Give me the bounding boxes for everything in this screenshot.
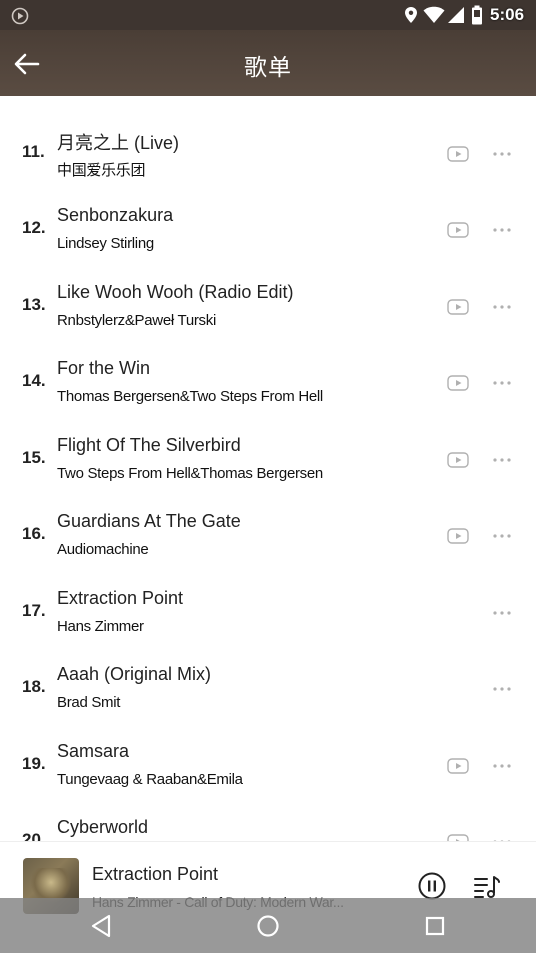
nav-recents-icon[interactable]: [421, 912, 449, 940]
app-bar: 歌单: [0, 30, 536, 96]
more-options-icon[interactable]: [490, 833, 514, 841]
song-row[interactable]: 16. Guardians At The Gate Audiomachine: [0, 499, 536, 575]
song-number: 20.: [22, 830, 46, 841]
wifi-icon: [423, 6, 445, 24]
page-title: 歌单: [244, 54, 292, 80]
more-options-icon[interactable]: [490, 680, 514, 698]
play-video-icon[interactable]: [447, 528, 469, 544]
play-video-icon[interactable]: [447, 298, 469, 315]
song-number: 17.: [22, 600, 46, 620]
nav-back-icon[interactable]: [88, 912, 116, 940]
song-list[interactable]: Teknova 11. 月亮之上 (Live) 中国爱乐乐团 12. Senbonzaku…: [0, 96, 536, 841]
song-title: Senbonzakura: [57, 205, 174, 225]
song-number: 16.: [22, 524, 46, 543]
status-time: 5:06: [490, 5, 525, 24]
more-options-icon[interactable]: [490, 451, 514, 469]
play-video-icon[interactable]: [447, 757, 469, 774]
navigation-bar: [0, 898, 536, 953]
more-options-icon[interactable]: [490, 145, 514, 163]
more-options-icon[interactable]: [490, 757, 514, 775]
media-notification-icon: [11, 7, 29, 25]
location-icon: [405, 7, 417, 23]
song-artist: 中国爱乐乐团: [57, 161, 146, 179]
song-title: Extraction Point: [57, 587, 184, 608]
play-video-icon[interactable]: [447, 451, 469, 468]
song-artist: Brad Smit: [57, 694, 121, 711]
more-options-icon[interactable]: [490, 298, 514, 316]
song-number: 11.: [22, 141, 45, 161]
song-row[interactable]: 19. Samsara Tungevaag & Raaban&Emila: [0, 729, 536, 805]
song-artist: Two Steps From Hell&Thomas Bergersen: [57, 464, 323, 482]
song-artist: Teknova: [57, 96, 111, 99]
song-number: 15.: [22, 447, 46, 467]
song-title: Cyberworld: [57, 817, 149, 837]
song-row[interactable]: 17. Extraction Point Hans Zimmer: [0, 576, 536, 652]
playlist-icon[interactable]: [472, 873, 502, 901]
play-video-icon[interactable]: [447, 375, 469, 391]
song-title: Samsara: [57, 740, 130, 761]
song-number: 12.: [22, 218, 46, 237]
song-row[interactable]: Teknova: [0, 96, 536, 116]
status-bar: 5:06: [0, 0, 536, 30]
song-number: 19.: [22, 753, 46, 773]
song-title: Like Wooh Wooh (Radio Edit): [57, 281, 294, 302]
song-artist: Thomas Bergersen&Two Steps From Hell: [57, 388, 323, 405]
song-number: 14.: [22, 371, 46, 390]
more-options-icon[interactable]: [490, 604, 514, 622]
more-options-icon[interactable]: [490, 221, 514, 239]
song-title: Aaah (Original Mix): [57, 664, 212, 684]
battery-icon: [472, 5, 482, 25]
song-row[interactable]: 18. Aaah (Original Mix) Brad Smit: [0, 652, 536, 728]
signal-icon: [448, 7, 464, 23]
song-artist: Hans Zimmer: [57, 617, 144, 635]
song-row[interactable]: 14. For the Win Thomas Bergersen&Two Steps…: [0, 346, 536, 422]
play-video-icon[interactable]: [447, 145, 469, 162]
song-row[interactable]: 13. Like Wooh Wooh (Radio Edit) Rnbstylerz…: [0, 270, 536, 346]
song-title: Flight Of The Silverbird: [57, 434, 241, 455]
song-row[interactable]: 15. Flight Of The Silverbird Two Steps Fro…: [0, 423, 536, 499]
nav-home-icon[interactable]: [254, 912, 282, 940]
song-title: Guardians At The Gate: [57, 511, 241, 531]
song-artist: Audiomachine: [57, 541, 149, 558]
song-row[interactable]: 12. Senbonzakura Lindsey Stirling: [0, 193, 536, 269]
song-number: 18.: [22, 677, 46, 696]
song-row[interactable]: 20. Cyberworld: [0, 805, 536, 841]
play-video-icon[interactable]: [447, 834, 469, 841]
play-video-icon[interactable]: [447, 222, 469, 238]
song-artist: Tungevaag & Raaban&Emila: [57, 770, 243, 788]
now-playing-bar[interactable]: Extraction Point Hans Zimmer - Call of D…: [0, 841, 536, 914]
song-number: 13.: [22, 294, 46, 314]
more-options-icon[interactable]: [490, 374, 514, 392]
song-title: For the Win: [57, 358, 151, 378]
more-options-icon[interactable]: [490, 527, 514, 545]
now-playing-title: Extraction Point: [92, 864, 219, 884]
pause-icon[interactable]: [417, 871, 447, 901]
song-artist: Lindsey Stirling: [57, 235, 154, 252]
song-title: 月亮之上 (Live): [57, 132, 180, 153]
song-artist: Rnbstylerz&Paweł Turski: [57, 311, 216, 329]
song-row[interactable]: 11. 月亮之上 (Live) 中国爱乐乐团: [0, 117, 536, 193]
